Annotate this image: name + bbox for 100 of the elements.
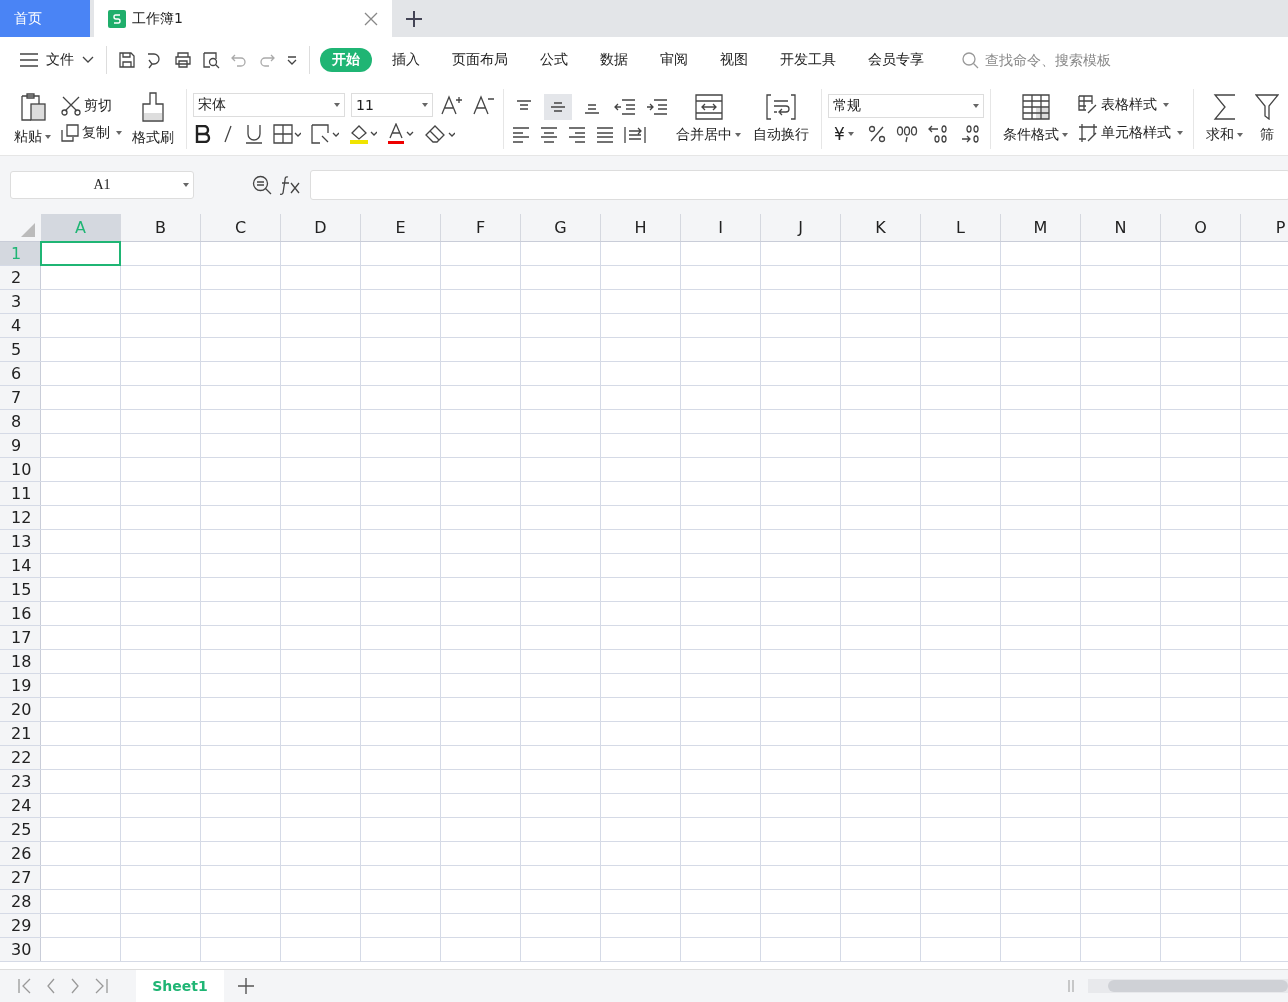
row-header[interactable]: 3	[0, 290, 41, 313]
row-header[interactable]: 5	[0, 338, 41, 361]
column-header[interactable]: P	[1241, 214, 1288, 241]
row-header[interactable]: 4	[0, 314, 41, 337]
row-header[interactable]: 24	[0, 794, 41, 817]
column-header[interactable]: L	[921, 214, 1001, 241]
thousands-separator-icon[interactable]	[895, 125, 918, 143]
decrease-font-icon[interactable]	[473, 95, 495, 115]
ribbon-tab[interactable]: 审阅	[648, 48, 700, 72]
borders-icon[interactable]	[273, 124, 301, 144]
active-cell[interactable]	[40, 241, 121, 266]
row-header[interactable]: 8	[0, 410, 41, 433]
decrease-decimal-icon[interactable]	[959, 124, 982, 144]
column-header[interactable]: G	[521, 214, 601, 241]
fill-color-icon[interactable]	[349, 123, 377, 145]
cut-button[interactable]: 剪切	[61, 96, 122, 116]
horizontal-scrollbar[interactable]	[1088, 979, 1288, 993]
document-tab[interactable]: 工作簿1	[94, 0, 392, 37]
row-header[interactable]: 9	[0, 434, 41, 457]
row-header[interactable]: 12	[0, 506, 41, 529]
row-header[interactable]: 15	[0, 578, 41, 601]
row-header[interactable]: 26	[0, 842, 41, 865]
close-icon[interactable]	[364, 11, 378, 26]
next-sheet-icon[interactable]	[70, 978, 80, 994]
underline-icon[interactable]	[245, 124, 263, 144]
row-header[interactable]: 29	[0, 914, 41, 937]
column-header[interactable]: N	[1081, 214, 1161, 241]
filter-button[interactable]: 筛	[1249, 94, 1285, 144]
add-sheet-icon[interactable]	[238, 978, 254, 994]
row-header[interactable]: 27	[0, 866, 41, 889]
justify-icon[interactable]	[596, 127, 614, 143]
last-sheet-icon[interactable]	[94, 978, 108, 994]
document-tab[interactable]: 首页	[0, 0, 90, 37]
row-header[interactable]: 10	[0, 458, 41, 481]
font-size-dropdown[interactable]: 11	[351, 93, 433, 117]
row-header[interactable]: 16	[0, 602, 41, 625]
print-preview-icon[interactable]	[202, 51, 220, 69]
save-icon[interactable]	[118, 51, 136, 69]
row-header[interactable]: 6	[0, 362, 41, 385]
row-header[interactable]: 19	[0, 674, 41, 697]
row-header[interactable]: 20	[0, 698, 41, 721]
row-header[interactable]: 30	[0, 938, 41, 961]
vertical-align-button[interactable]	[544, 94, 572, 120]
copy-button[interactable]: 复制	[61, 124, 122, 142]
decrease-indent-icon[interactable]	[614, 99, 636, 115]
row-header[interactable]: 14	[0, 554, 41, 577]
column-header[interactable]: E	[361, 214, 441, 241]
column-header[interactable]: B	[121, 214, 201, 241]
paste-button[interactable]: 粘贴	[8, 92, 57, 146]
conditional-format-button[interactable]: 条件格式	[997, 94, 1074, 144]
ribbon-tab[interactable]: 数据	[588, 48, 640, 72]
eraser-icon[interactable]	[425, 124, 455, 144]
align-right-icon[interactable]	[568, 127, 586, 143]
column-header[interactable]: F	[441, 214, 521, 241]
row-header[interactable]: 13	[0, 530, 41, 553]
font-color-icon[interactable]	[387, 123, 415, 145]
row-header[interactable]: 2	[0, 266, 41, 289]
sum-button[interactable]: 求和	[1200, 94, 1249, 144]
increase-decimal-icon[interactable]	[927, 124, 950, 144]
first-sheet-icon[interactable]	[18, 978, 32, 994]
row-header[interactable]: 28	[0, 890, 41, 913]
column-header[interactable]: C	[201, 214, 281, 241]
row-header[interactable]: 7	[0, 386, 41, 409]
cell-style-icon[interactable]	[311, 124, 339, 144]
search-field[interactable]: 查找命令、搜索模板	[962, 51, 1167, 69]
wrap-text-button[interactable]: 自动换行	[747, 94, 815, 144]
percent-icon[interactable]	[867, 125, 886, 143]
ribbon-tab[interactable]: 插入	[380, 48, 432, 72]
font-name-dropdown[interactable]: 宋体	[193, 93, 345, 117]
column-header[interactable]: K	[841, 214, 921, 241]
customize-icon[interactable]	[286, 54, 298, 66]
format-painter-button[interactable]: 格式刷	[126, 91, 180, 147]
name-box[interactable]: A1	[10, 171, 194, 199]
row-header[interactable]: 11	[0, 482, 41, 505]
formula-input[interactable]	[310, 170, 1288, 200]
column-header[interactable]: I	[681, 214, 761, 241]
table-style-button[interactable]: 表格样式	[1078, 95, 1183, 115]
ribbon-tab[interactable]: 视图	[708, 48, 760, 72]
column-header[interactable]: M	[1001, 214, 1081, 241]
ribbon-tab[interactable]: 页面布局	[440, 48, 520, 72]
column-header[interactable]: H	[601, 214, 681, 241]
column-header[interactable]: J	[761, 214, 841, 241]
previous-sheet-icon[interactable]	[46, 978, 56, 994]
ribbon-tab[interactable]: 开发工具	[768, 48, 848, 72]
row-header[interactable]: 17	[0, 626, 41, 649]
merge-center-button[interactable]: 合并居中	[670, 94, 747, 144]
row-header[interactable]: 18	[0, 650, 41, 673]
increase-font-icon[interactable]	[441, 95, 463, 115]
row-header[interactable]: 21	[0, 722, 41, 745]
ribbon-tab[interactable]: 会员专享	[856, 48, 936, 72]
split-handle-icon[interactable]	[1068, 980, 1074, 992]
new-tab-icon[interactable]	[406, 10, 422, 27]
increase-indent-icon[interactable]	[646, 99, 668, 115]
row-header[interactable]: 22	[0, 746, 41, 769]
print-icon[interactable]	[174, 51, 192, 69]
column-header[interactable]: O	[1161, 214, 1241, 241]
distribute-icon[interactable]	[624, 126, 646, 144]
cell-style-button[interactable]: 单元格样式	[1078, 123, 1183, 143]
align-center-icon[interactable]	[540, 127, 558, 143]
row-header[interactable]: 25	[0, 818, 41, 841]
